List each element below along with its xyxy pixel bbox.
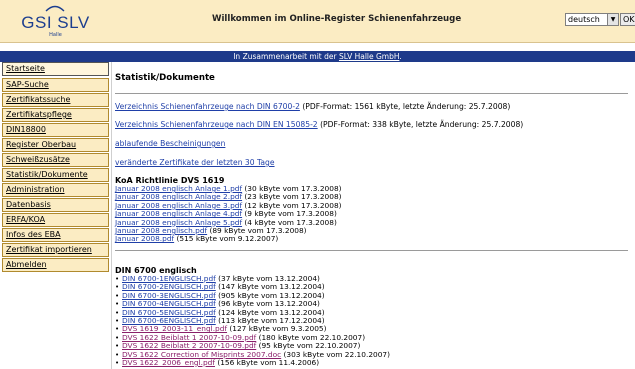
sidebar-item[interactable]: ERFA/KOA (2, 213, 109, 227)
doc-link[interactable]: Verzeichnis Schienenfahrzeuge nach DIN E… (115, 120, 318, 129)
din6700-file-list: DIN 6700-1ENGLISCH.pdf (37 kByte vom 13.… (115, 274, 390, 368)
doc-line: ablaufende Bescheinigungen (115, 139, 225, 148)
sidebar-item[interactable]: Administration (2, 183, 109, 197)
collaboration-text: In Zusammenarbeit mit der (233, 52, 337, 61)
page-title: Statistik/Dokumente (115, 73, 215, 83)
collaboration-bar: In Zusammenarbeit mit der SLV Halle GmbH… (0, 51, 635, 62)
sidebar-item[interactable]: Abmelden (2, 258, 109, 272)
sidebar-item[interactable]: Register Oberbau (2, 138, 109, 152)
divider (115, 250, 628, 251)
sidebar-item[interactable]: Zertifikatspflege (2, 108, 109, 122)
doc-link[interactable]: veränderte Zertifikate der letzten 30 Ta… (115, 158, 275, 167)
divider (115, 93, 628, 94)
sidebar-item[interactable]: DIN18800 (2, 123, 109, 137)
language-ok-button[interactable]: OK (620, 13, 635, 26)
sidebar-item[interactable]: Datenbasis (2, 198, 109, 212)
gsi-slv-logo[interactable]: GSI SLV Halle (18, 5, 93, 39)
sidebar-item[interactable]: Zertifikat importieren (2, 243, 109, 257)
doc-line: veränderte Zertifikate der letzten 30 Ta… (115, 158, 275, 167)
doc-info: (PDF-Format: 338 kByte, letzte Änderung:… (317, 120, 524, 129)
koa-file-list: Januar 2008 englisch Anlage 1.pdf (30 kB… (115, 184, 342, 244)
collaboration-suffix: . (399, 52, 402, 61)
language-select[interactable]: deutsch ▼ (565, 13, 619, 26)
logo-subtext: Halle (49, 32, 62, 38)
sidebar-item[interactable]: Zertifikatssuche (2, 93, 109, 107)
sidebar-item[interactable]: SAP-Suche (2, 78, 109, 92)
sidebar-divider (111, 62, 112, 369)
chevron-down-icon: ▼ (607, 14, 618, 25)
logo-swoosh-icon (45, 5, 65, 12)
page-header: GSI SLV Halle Willkommen im Online-Regis… (0, 0, 635, 43)
doc-line: Verzeichnis Schienenfahrzeuge nach DIN 6… (115, 102, 510, 111)
file-list-item: DVS 1622_2006_engl.pdf (156 kByte vom 11… (115, 357, 390, 368)
file-link[interactable]: DVS 1622_2006_engl.pdf (122, 358, 215, 367)
file-list-item: Januar 2008.pdf (515 kByte vom 9.12.2007… (115, 235, 342, 243)
doc-line: Verzeichnis Schienenfahrzeuge nach DIN E… (115, 120, 523, 129)
file-link[interactable]: Januar 2008.pdf (115, 234, 174, 243)
doc-info: (PDF-Format: 1561 kByte, letzte Änderung… (299, 102, 511, 111)
logo-text: GSI SLV (21, 13, 90, 32)
sidebar-nav: Startseite SAP-Suche Zertifikatssuche Zerti… (0, 62, 111, 369)
site-title: Willkommen im Online-Register Schienenfa… (212, 14, 462, 24)
sidebar-item[interactable]: Infos des EBA (2, 228, 109, 242)
main-content: Statistik/Dokumente Verzeichnis Schienen… (115, 62, 630, 369)
doc-link[interactable]: ablaufende Bescheinigungen (115, 139, 225, 148)
doc-link[interactable]: Verzeichnis Schienenfahrzeuge nach DIN 6… (115, 102, 300, 111)
file-info: (156 kByte vom 11.4.2006) (214, 357, 320, 367)
sidebar-item[interactable]: Startseite (2, 62, 109, 76)
file-info: (515 kByte vom 9.12.2007) (174, 234, 279, 244)
sidebar-item[interactable]: Statistik/Dokumente (2, 168, 109, 182)
language-select-value: deutsch (568, 15, 600, 24)
slv-halle-link[interactable]: SLV Halle GmbH (339, 52, 399, 61)
sidebar-item[interactable]: Schweißzusätze (2, 153, 109, 167)
